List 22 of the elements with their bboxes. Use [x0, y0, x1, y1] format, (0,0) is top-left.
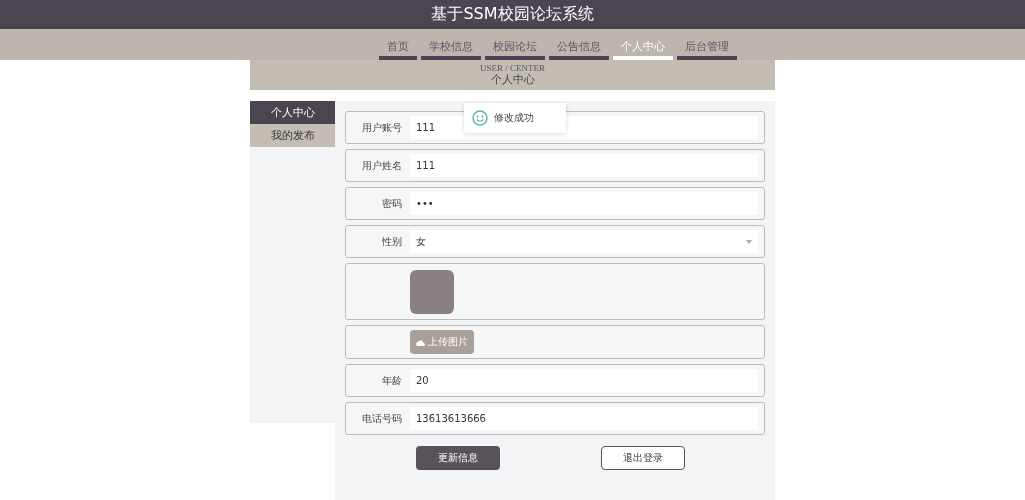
logout-button[interactable]: 退出登录 — [600, 446, 685, 470]
field-label: 用户账号 — [361, 120, 402, 135]
photo-placeholder — [410, 269, 454, 314]
select-field[interactable]: 女 — [410, 230, 758, 253]
input-field[interactable]: 111 — [410, 154, 758, 177]
input-field[interactable]: ••• — [410, 192, 758, 215]
field-label: 电话号码 — [361, 411, 402, 426]
smiley-icon — [472, 110, 488, 126]
banner-title: 个人中心 — [490, 73, 535, 87]
caret-icon — [746, 239, 752, 244]
input-field[interactable]: 20 — [410, 369, 758, 392]
sidebar-item[interactable]: 个人中心 — [250, 101, 335, 124]
site-title: 基于SSM校园论坛系统 — [431, 4, 594, 26]
field-label: 年龄 — [381, 373, 402, 388]
field-label: 密码 — [381, 196, 402, 211]
banner-subtitle: USER / CENTER — [480, 63, 545, 73]
field-label: 性别 — [381, 234, 402, 249]
cloud-upload-icon — [416, 338, 425, 346]
sidebar-item[interactable]: 我的发布 — [250, 124, 335, 147]
input-field[interactable]: 13613613666 — [410, 407, 758, 430]
update-button[interactable]: 更新信息 — [415, 446, 500, 470]
field-label: 用户姓名 — [361, 158, 402, 173]
